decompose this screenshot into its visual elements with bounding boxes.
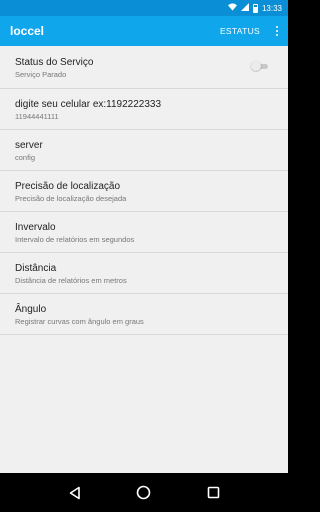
pref-title: Precisão de localização: [15, 181, 121, 192]
pref-summary: Intervalo de relatórios em segundos: [15, 235, 135, 244]
wifi-icon: [227, 3, 237, 13]
pref-title: Status do Serviço: [15, 57, 94, 68]
signal-icon: [240, 3, 249, 13]
navigation-bar: [0, 473, 288, 512]
pref-summary: Distância de relatórios em metros: [15, 276, 127, 285]
service-toggle[interactable]: [251, 61, 268, 72]
pref-server[interactable]: server config: [0, 130, 288, 171]
pref-title: Distância: [15, 263, 57, 274]
pref-location-accuracy[interactable]: Precisão de localização Precisão de loca…: [0, 171, 288, 212]
home-icon[interactable]: [136, 485, 152, 501]
pref-title: Invervalo: [15, 222, 56, 233]
app-title: loccel: [10, 24, 45, 38]
pref-summary: config: [15, 153, 36, 162]
more-vert-icon[interactable]: [272, 26, 282, 36]
pref-angle[interactable]: Ângulo Registrar curvas com ângulo em gr…: [0, 294, 288, 335]
status-time: 13:33: [261, 3, 282, 13]
pref-distance[interactable]: Distância Distância de relatórios em met…: [0, 253, 288, 294]
pref-summary: Precisão de localização desejada: [15, 194, 127, 203]
app-bar: loccel ESTATUS: [0, 16, 288, 46]
status-bar: 13:33: [0, 0, 288, 16]
estatus-button[interactable]: ESTATUS: [220, 26, 260, 36]
settings-list: Status do Serviço Serviço Parado digite …: [0, 46, 288, 473]
recents-icon[interactable]: [205, 485, 221, 501]
pref-phone-number[interactable]: digite seu celular ex:1192222333 1194444…: [0, 89, 288, 130]
pref-summary: Serviço Parado: [15, 70, 67, 79]
pref-summary: 11944441111: [15, 112, 59, 121]
pref-interval[interactable]: Invervalo Intervalo de relatórios em seg…: [0, 212, 288, 253]
pref-service-status[interactable]: Status do Serviço Serviço Parado: [0, 46, 288, 89]
back-icon[interactable]: [67, 485, 83, 501]
pref-title: Ângulo: [15, 304, 47, 315]
battery-icon: [252, 3, 258, 13]
pref-summary: Registrar curvas com ângulo em graus: [15, 317, 144, 326]
pref-title: server: [15, 140, 43, 151]
pref-title: digite seu celular ex:1192222333: [15, 99, 162, 110]
